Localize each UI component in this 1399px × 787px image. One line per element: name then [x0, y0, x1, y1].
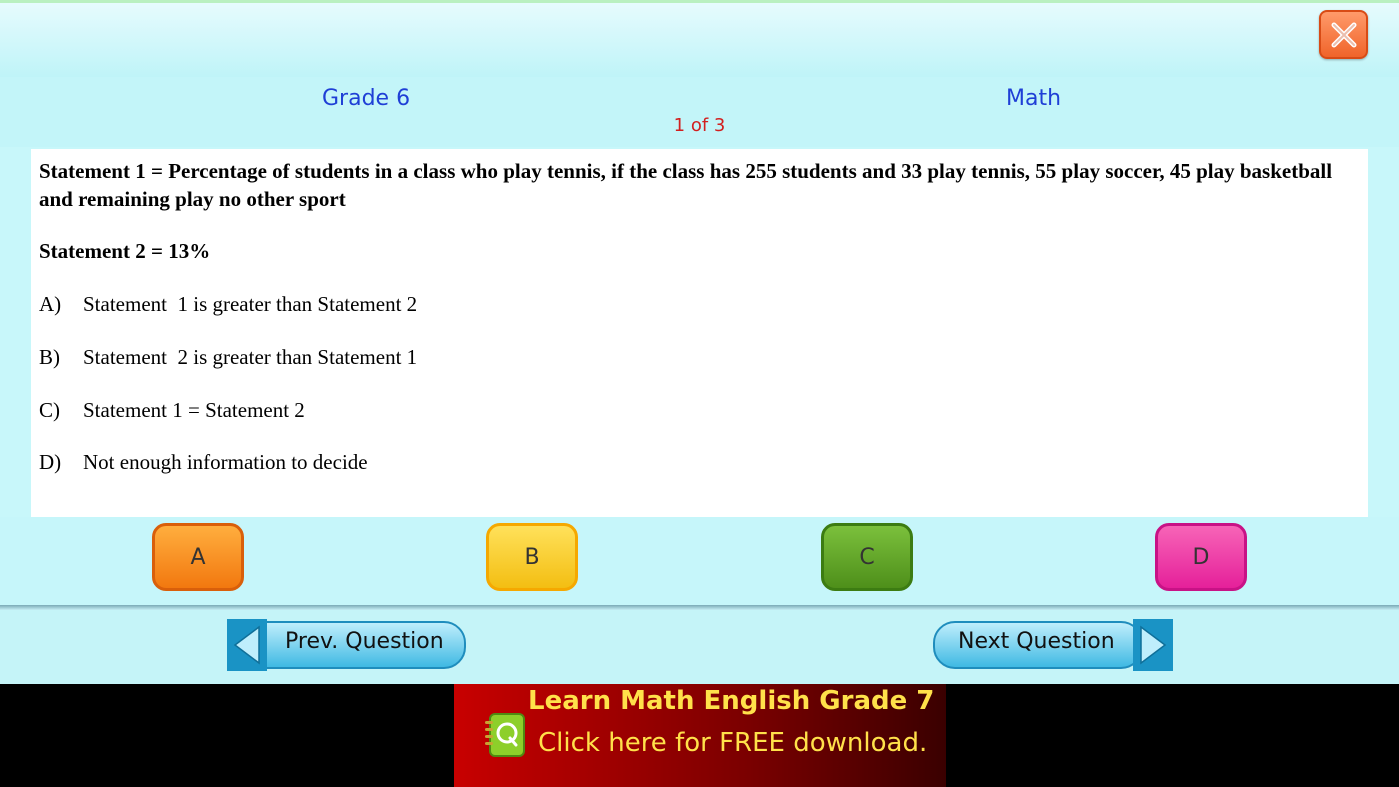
option-text: Statement 2 is greater than Statement 1: [83, 345, 418, 369]
answer-a-button[interactable]: A: [152, 523, 244, 591]
close-x-icon: [1331, 22, 1356, 47]
ad-title: Learn Math English Grade 7: [528, 686, 935, 716]
notebook-q-icon: [484, 712, 526, 758]
ad-subtitle: Click here for FREE download.: [538, 728, 928, 758]
header-area: [0, 77, 1399, 147]
ad-banner[interactable]: Learn Math English Grade 7 Click here fo…: [454, 684, 946, 787]
arrow-left-icon: [227, 619, 267, 671]
option-c-text: C) Statement 1 = Statement 2: [39, 396, 305, 424]
question-counter: 1 of 3: [673, 115, 726, 136]
statement-1: Statement 1 = Percentage of students in …: [39, 159, 1333, 211]
option-letter: D): [39, 450, 62, 474]
close-button[interactable]: [1319, 10, 1368, 59]
option-letter: A): [39, 292, 62, 316]
subject-label: Math: [1006, 86, 1062, 111]
grade-label: Grade 6: [322, 86, 411, 111]
option-text: Statement 1 = Statement 2: [83, 398, 305, 422]
prev-question-button[interactable]: Prev. Question: [227, 619, 467, 671]
top-bar: [0, 0, 1399, 77]
option-letter: B): [39, 345, 60, 369]
option-d-text: D) Not enough information to decide: [39, 448, 368, 476]
statement-2: Statement 2 = 13%: [39, 239, 211, 263]
next-question-button[interactable]: Next Question: [933, 619, 1173, 671]
option-a-text: A) Statement 1 is greater than Statement …: [39, 290, 417, 318]
next-button-label: Next Question: [958, 629, 1115, 654]
option-text: Not enough information to decide: [83, 450, 368, 474]
prev-button-label: Prev. Question: [285, 629, 444, 654]
question-panel: Statement 1 = Percentage of students in …: [31, 149, 1368, 517]
answer-b-button[interactable]: B: [486, 523, 578, 591]
nav-area: [0, 610, 1399, 684]
answer-c-button[interactable]: C: [821, 523, 913, 591]
option-letter: C): [39, 398, 60, 422]
option-text: Statement 1 is greater than Statement 2: [83, 292, 418, 316]
answer-d-button[interactable]: D: [1155, 523, 1247, 591]
option-b-text: B) Statement 2 is greater than Statement …: [39, 343, 417, 371]
arrow-right-icon: [1133, 619, 1173, 671]
